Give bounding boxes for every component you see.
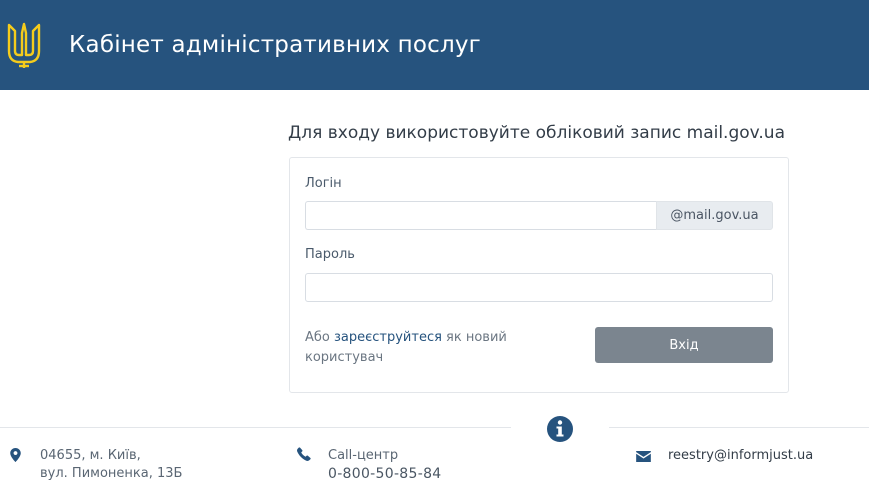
login-form: Логін @mail.gov.ua Пароль Або зареєструй…: [289, 157, 789, 393]
footer-divider-right: [609, 427, 869, 428]
phone-icon: [297, 447, 311, 461]
footer-address: 04655, м. Київ, вул. Пимоненка, 13Б: [40, 447, 182, 483]
call-center-label: Call-центр: [328, 448, 399, 463]
app-header: Кабінет адміністративних послуг: [0, 0, 869, 90]
register-prompt: Або зареєструйтеся як новий користувач: [305, 328, 535, 368]
register-prefix: Або: [305, 330, 334, 345]
login-label: Логін: [305, 176, 342, 191]
trident-icon: [7, 22, 41, 68]
login-input-group: @mail.gov.ua: [305, 201, 773, 230]
call-center-number[interactable]: 0-800-50-85-84: [328, 465, 441, 483]
envelope-icon: [636, 451, 651, 462]
address-line2: вул. Пимоненка, 13Б: [40, 466, 183, 481]
register-link[interactable]: зареєструйтеся: [334, 330, 442, 345]
footer-divider-left: [0, 427, 511, 428]
map-marker-icon: [10, 448, 21, 462]
login-input[interactable]: [305, 201, 656, 230]
footer-email[interactable]: reestry@informjust.ua: [668, 447, 813, 465]
login-button[interactable]: Вхід: [595, 327, 773, 363]
login-domain-suffix: @mail.gov.ua: [656, 201, 773, 230]
footer-call-center: Call-центр 0-800-50-85-84: [328, 447, 441, 483]
page-title: Кабінет адміністративних послуг: [69, 32, 481, 58]
password-label: Пароль: [305, 247, 355, 262]
address-line1: 04655, м. Київ,: [40, 448, 141, 463]
info-circle-icon: [547, 416, 573, 442]
login-heading: Для входу використовуйте обліковий запис…: [288, 123, 785, 143]
password-input[interactable]: [305, 273, 773, 302]
